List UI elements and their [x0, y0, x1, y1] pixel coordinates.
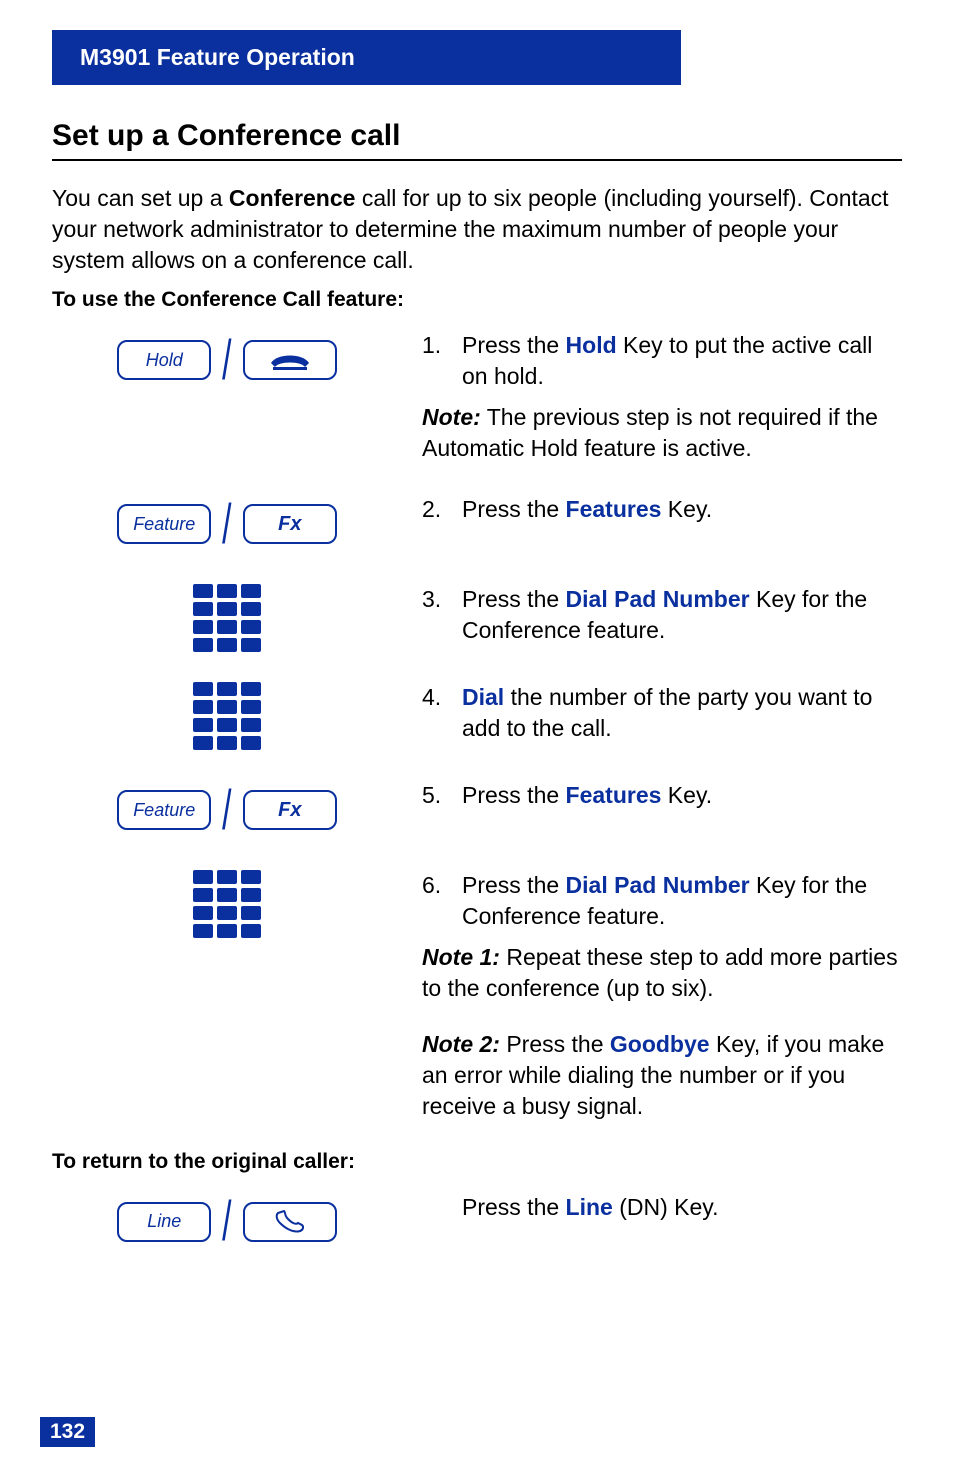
intro-bold: Conference	[229, 185, 356, 211]
dial-pad-icon	[193, 870, 261, 938]
page-number: 132	[40, 1417, 95, 1447]
return-key-illustration: Line /	[52, 1192, 402, 1252]
dial-pad-number-key-name: Dial Pad Number	[566, 872, 750, 898]
dial-pad-icon	[193, 584, 261, 652]
line-key-name: Line	[566, 1194, 613, 1220]
dial-key-name: Dial	[462, 684, 504, 710]
step4-text: 4. Dial the number of the party you want…	[422, 682, 902, 744]
step2-number: 2.	[422, 494, 448, 525]
section-title: Set up a Conference call	[52, 119, 902, 153]
fx-key: Fx	[243, 790, 337, 830]
hold-key-label: Hold	[117, 340, 211, 380]
step1-number: 1.	[422, 330, 448, 361]
return-heading: To return to the original caller:	[52, 1150, 902, 1174]
feature-key-label: Feature	[117, 790, 211, 830]
section-rule	[52, 159, 902, 161]
step4-number: 4.	[422, 682, 448, 713]
step6-key-illustration	[52, 870, 402, 938]
step5-key-illustration: Feature / Fx	[52, 780, 402, 840]
intro-paragraph: You can set up a Conference call for up …	[52, 183, 902, 276]
fx-key: Fx	[243, 504, 337, 544]
step3-key-illustration	[52, 584, 402, 652]
step5-number: 5.	[422, 780, 448, 811]
use-heading: To use the Conference Call feature:	[52, 288, 902, 312]
step1-key-illustration: Hold /	[52, 330, 402, 390]
return-text: Press the Line (DN) Key.	[422, 1192, 902, 1223]
dial-pad-icon	[193, 682, 261, 750]
header-bar: M3901 Feature Operation	[52, 30, 681, 85]
note1-label: Note 1:	[422, 944, 500, 970]
step3-text: 3. Press the Dial Pad Number Key for the…	[422, 584, 902, 646]
dial-pad-number-key-name: Dial Pad Number	[566, 586, 750, 612]
steps-grid: Hold / 1. Press the Hold Key to put the …	[52, 330, 902, 1122]
intro-pre: You can set up a	[52, 185, 229, 211]
line-key-label: Line	[117, 1202, 211, 1242]
step1-text: 1. Press the Hold Key to put the active …	[422, 330, 902, 464]
slash-icon: /	[222, 502, 231, 547]
handset-icon	[270, 1209, 310, 1235]
feature-key-label: Feature	[117, 504, 211, 544]
hold-key-name: Hold	[566, 332, 617, 358]
slash-icon: /	[222, 338, 231, 383]
slash-icon: /	[222, 788, 231, 833]
hold-icon-key	[243, 340, 337, 380]
slash-icon: /	[222, 1199, 231, 1244]
goodbye-key-name: Goodbye	[610, 1031, 710, 1057]
step6-text: 6. Press the Dial Pad Number Key for the…	[422, 870, 902, 1121]
note-label: Note:	[422, 404, 481, 430]
note2-label: Note 2:	[422, 1031, 500, 1057]
step2-text: 2. Press the Features Key.	[422, 494, 902, 525]
step6-number: 6.	[422, 870, 448, 901]
handset-on-hook-icon	[267, 349, 313, 371]
return-grid: Line / Press the Line (DN) Key.	[52, 1192, 902, 1252]
step3-number: 3.	[422, 584, 448, 615]
step4-key-illustration	[52, 682, 402, 750]
page: M3901 Feature Operation Set up a Confere…	[0, 0, 954, 1475]
step5-text: 5. Press the Features Key.	[422, 780, 902, 811]
header-title: M3901 Feature Operation	[80, 44, 355, 70]
features-key-name: Features	[566, 496, 662, 522]
features-key-name: Features	[566, 782, 662, 808]
step2-key-illustration: Feature / Fx	[52, 494, 402, 554]
handset-icon-key	[243, 1202, 337, 1242]
